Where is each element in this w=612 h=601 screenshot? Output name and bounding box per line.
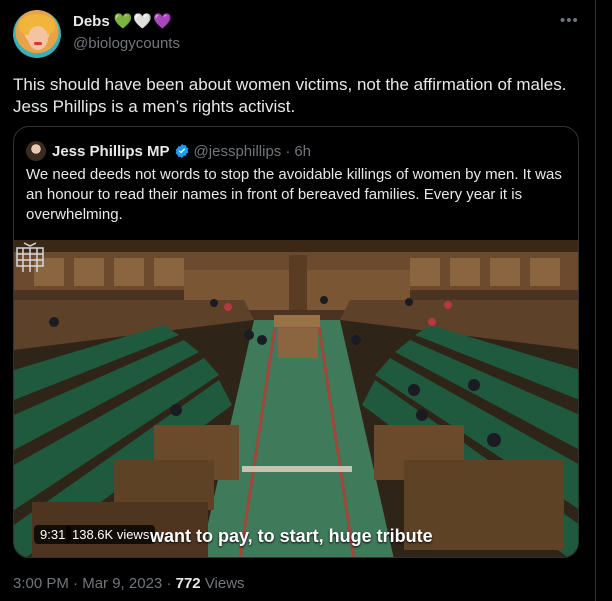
- video-caption: want to pay, to start, huge tribute: [150, 526, 433, 546]
- quoted-avatar[interactable]: [26, 141, 46, 161]
- quoted-age[interactable]: 6h: [294, 143, 311, 160]
- author-name-row: Debs 💚 🤍 💜: [73, 13, 172, 30]
- purple-heart-icon: 💜: [153, 13, 172, 30]
- meta-separator: ·: [73, 575, 79, 592]
- quoted-header: Jess Phillips MP @jessphillips · 6h: [26, 141, 311, 161]
- video-player[interactable]: 9:31 138.6K views want to pay, to start,…: [14, 240, 578, 557]
- portcullis-icon: [16, 242, 44, 272]
- column-divider: [595, 0, 596, 601]
- avatar-lips: [34, 42, 42, 45]
- quoted-display-name[interactable]: Jess Phillips MP: [52, 143, 170, 160]
- chamber-scene: [14, 240, 578, 557]
- quoted-separator: ·: [285, 142, 291, 160]
- quoted-text: We need deeds not words to stop the avoi…: [26, 166, 562, 223]
- tweet-text: This should have been about women victim…: [13, 75, 567, 116]
- meta-separator: ·: [166, 575, 172, 592]
- quoted-tweet[interactable]: Jess Phillips MP @jessphillips · 6h We n…: [13, 126, 579, 558]
- avatar-face: [28, 26, 48, 50]
- author-emoji: 💚 🤍 💜: [114, 14, 172, 29]
- more-options-icon[interactable]: •••: [560, 12, 579, 29]
- verified-badge-icon: [175, 144, 188, 158]
- author-handle[interactable]: @biologycounts: [73, 35, 180, 52]
- green-heart-icon: 💚: [113, 13, 133, 30]
- quoted-handle[interactable]: @jessphillips: [194, 143, 282, 160]
- views-count: 772: [175, 575, 201, 592]
- author-avatar[interactable]: [13, 10, 61, 58]
- white-heart-icon: 🤍: [133, 13, 153, 30]
- views-label: Views: [204, 575, 245, 592]
- author-display-name[interactable]: Debs: [73, 13, 110, 30]
- video-views: 138.6K views: [66, 525, 156, 544]
- tweet-date[interactable]: Mar 9, 2023: [82, 575, 162, 592]
- tweet-meta: 3:00 PM · Mar 9, 2023 · 772 Views: [13, 575, 245, 592]
- tweet-time[interactable]: 3:00 PM: [13, 575, 69, 592]
